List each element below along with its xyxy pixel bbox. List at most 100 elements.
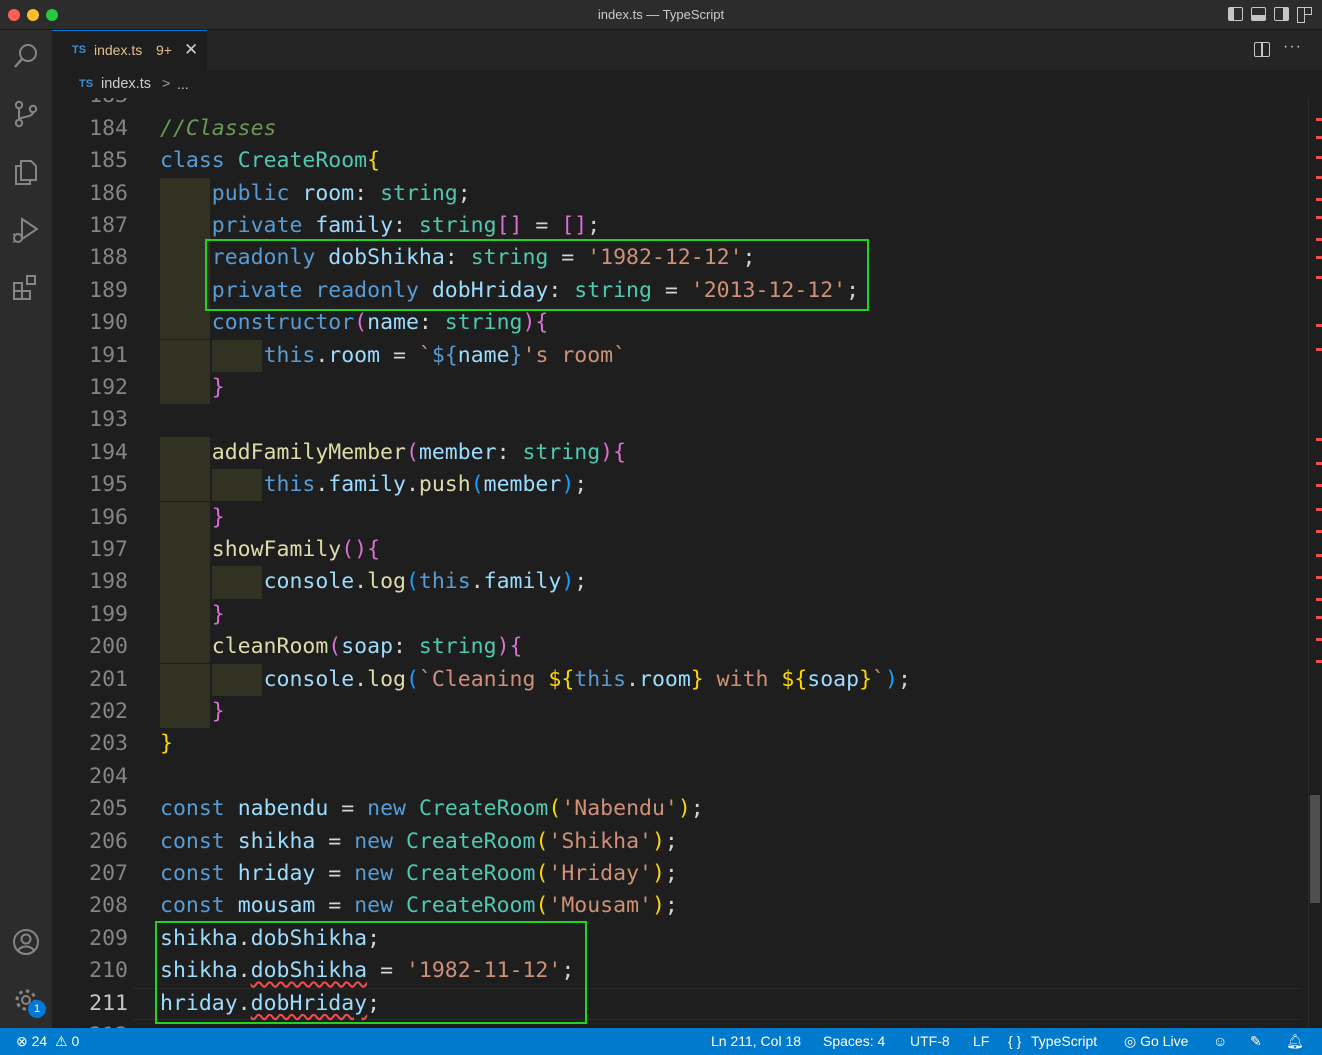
window-title: index.ts — TypeScript xyxy=(597,7,725,22)
code-line: 208 const mousam = new CreateRoom('Mousa… xyxy=(52,890,1302,922)
error-marker xyxy=(1316,530,1322,533)
line-number: 201 xyxy=(89,666,128,692)
code-line: 203 } xyxy=(52,728,1302,760)
code-text: public room: string; xyxy=(211,180,471,206)
code-line: 201 console.log(`Cleaning ${this.room} w… xyxy=(52,663,1302,696)
error-marker xyxy=(1316,136,1322,139)
error-marker xyxy=(1316,156,1322,159)
more-actions-icon[interactable]: ··· xyxy=(1283,38,1302,56)
typescript-file-icon: TS xyxy=(72,44,87,56)
code-line: 183 xyxy=(52,98,1302,112)
line-number: 211 xyxy=(89,990,128,1016)
line-number: 187 xyxy=(89,212,128,238)
warning-count: 0 xyxy=(71,1033,80,1049)
line-number: 197 xyxy=(89,536,128,562)
line-number: 193 xyxy=(89,407,128,433)
close-icon[interactable]: ✕ xyxy=(184,40,198,60)
line-number: 210 xyxy=(89,958,128,984)
code-text: class CreateRoom{ xyxy=(160,148,381,174)
activity-bar: 1 xyxy=(0,30,52,1028)
line-number: 191 xyxy=(89,342,128,368)
error-marker xyxy=(1316,660,1322,663)
error-marker xyxy=(1316,616,1322,619)
error-marker xyxy=(1316,118,1322,121)
toggle-secondary-sidebar-icon[interactable] xyxy=(1274,7,1289,21)
scrollbar-thumb[interactable] xyxy=(1310,795,1320,903)
account-icon[interactable] xyxy=(10,926,42,958)
code-line: 184 //Classes xyxy=(52,113,1302,145)
code-line: 200 cleanRoom(soap: string){ xyxy=(52,631,1302,664)
problems-status[interactable]: ⊗ 24 ⚠ 0 xyxy=(16,1033,79,1050)
line-number: 188 xyxy=(89,245,128,271)
tab-index-ts[interactable]: TS index.ts 9+ ✕ xyxy=(52,30,207,70)
end-of-line[interactable]: LF xyxy=(973,1033,989,1049)
highlight-box-readonly-access xyxy=(155,921,587,1024)
line-number: 206 xyxy=(89,828,128,854)
copilot-icon[interactable]: ☺ xyxy=(1213,1033,1227,1049)
line-number: 194 xyxy=(89,439,128,465)
code-text: private family: string[] = []; xyxy=(211,212,601,238)
breadcrumb-symbols[interactable]: ... xyxy=(177,76,189,92)
line-number: 209 xyxy=(89,925,128,951)
code-line: 202 } xyxy=(52,695,1302,729)
code-line: 186 public room: string; xyxy=(52,177,1302,210)
error-marker xyxy=(1316,508,1322,511)
files-icon[interactable] xyxy=(10,156,42,188)
error-marker xyxy=(1316,576,1322,579)
error-marker xyxy=(1316,554,1322,557)
toggle-panel-icon[interactable] xyxy=(1251,7,1266,21)
line-number: 199 xyxy=(89,601,128,627)
feedback-icon[interactable]: ✎ xyxy=(1250,1033,1262,1050)
language-braces-icon: { } xyxy=(1008,1033,1022,1049)
error-icon: ⊗ xyxy=(16,1033,28,1049)
code-text: constructor(name: string){ xyxy=(211,310,549,336)
typescript-file-icon: TS xyxy=(79,78,94,90)
line-number: 212 xyxy=(52,1020,128,1028)
tab-problem-count: 9+ xyxy=(156,42,172,58)
error-marker xyxy=(1316,638,1322,641)
error-marker xyxy=(1316,256,1322,259)
go-live-button[interactable]: ◎ Go Live xyxy=(1124,1033,1188,1050)
code-text: //Classes xyxy=(160,115,277,141)
indentation[interactable]: Spaces: 4 xyxy=(823,1033,885,1049)
code-text: showFamily(){ xyxy=(211,536,381,562)
split-editor-icon[interactable] xyxy=(1254,42,1270,57)
line-number: 202 xyxy=(89,698,128,724)
code-text: cleanRoom(soap: string){ xyxy=(211,634,523,660)
run-debug-icon[interactable] xyxy=(10,214,42,246)
code-text: this.family.push(member); xyxy=(263,472,588,498)
search-icon[interactable] xyxy=(10,40,42,72)
line-number: 208 xyxy=(89,893,128,919)
customize-layout-icon[interactable] xyxy=(1297,7,1312,23)
code-line: 204 xyxy=(52,761,1302,793)
breadcrumb-file[interactable]: index.ts xyxy=(101,76,151,92)
code-line: 199 } xyxy=(52,598,1302,632)
code-editor[interactable]: 183 184 //Classes 185 class CreateRoom{ … xyxy=(52,98,1322,1028)
line-number: 200 xyxy=(89,634,128,660)
encoding[interactable]: UTF-8 xyxy=(910,1033,950,1049)
line-number: 183 xyxy=(52,98,128,112)
error-marker xyxy=(1316,462,1322,465)
toggle-primary-sidebar-icon[interactable] xyxy=(1228,7,1243,21)
code-line: 194 addFamilyMember(member: string){ xyxy=(52,436,1302,470)
error-marker xyxy=(1316,598,1322,601)
title-bar: index.ts — TypeScript xyxy=(0,0,1322,30)
code-text: addFamilyMember(member: string){ xyxy=(211,439,627,465)
bell-icon[interactable]: 🔔︎ xyxy=(1286,1033,1304,1050)
cursor-position[interactable]: Ln 211, Col 18 xyxy=(711,1033,801,1049)
source-control-icon[interactable] xyxy=(10,98,42,130)
manage-badge: 1 xyxy=(28,1000,46,1018)
code-text: const nabendu = new CreateRoom('Nabendu'… xyxy=(160,796,704,822)
line-number: 195 xyxy=(89,472,128,498)
chevron-right-icon: > xyxy=(162,75,171,91)
line-number: 204 xyxy=(89,763,128,789)
highlight-box-readonly-fields xyxy=(205,239,869,311)
line-number: 198 xyxy=(89,569,128,595)
vertical-scrollbar[interactable] xyxy=(1308,98,1322,1028)
code-text: } xyxy=(211,504,225,530)
extensions-icon[interactable] xyxy=(10,272,42,304)
language-mode[interactable]: TypeScript xyxy=(1031,1033,1097,1049)
code-text: this.room = `${name}'s room` xyxy=(263,342,627,368)
code-line: 185 class CreateRoom{ xyxy=(52,145,1302,177)
line-number: 196 xyxy=(89,504,128,530)
